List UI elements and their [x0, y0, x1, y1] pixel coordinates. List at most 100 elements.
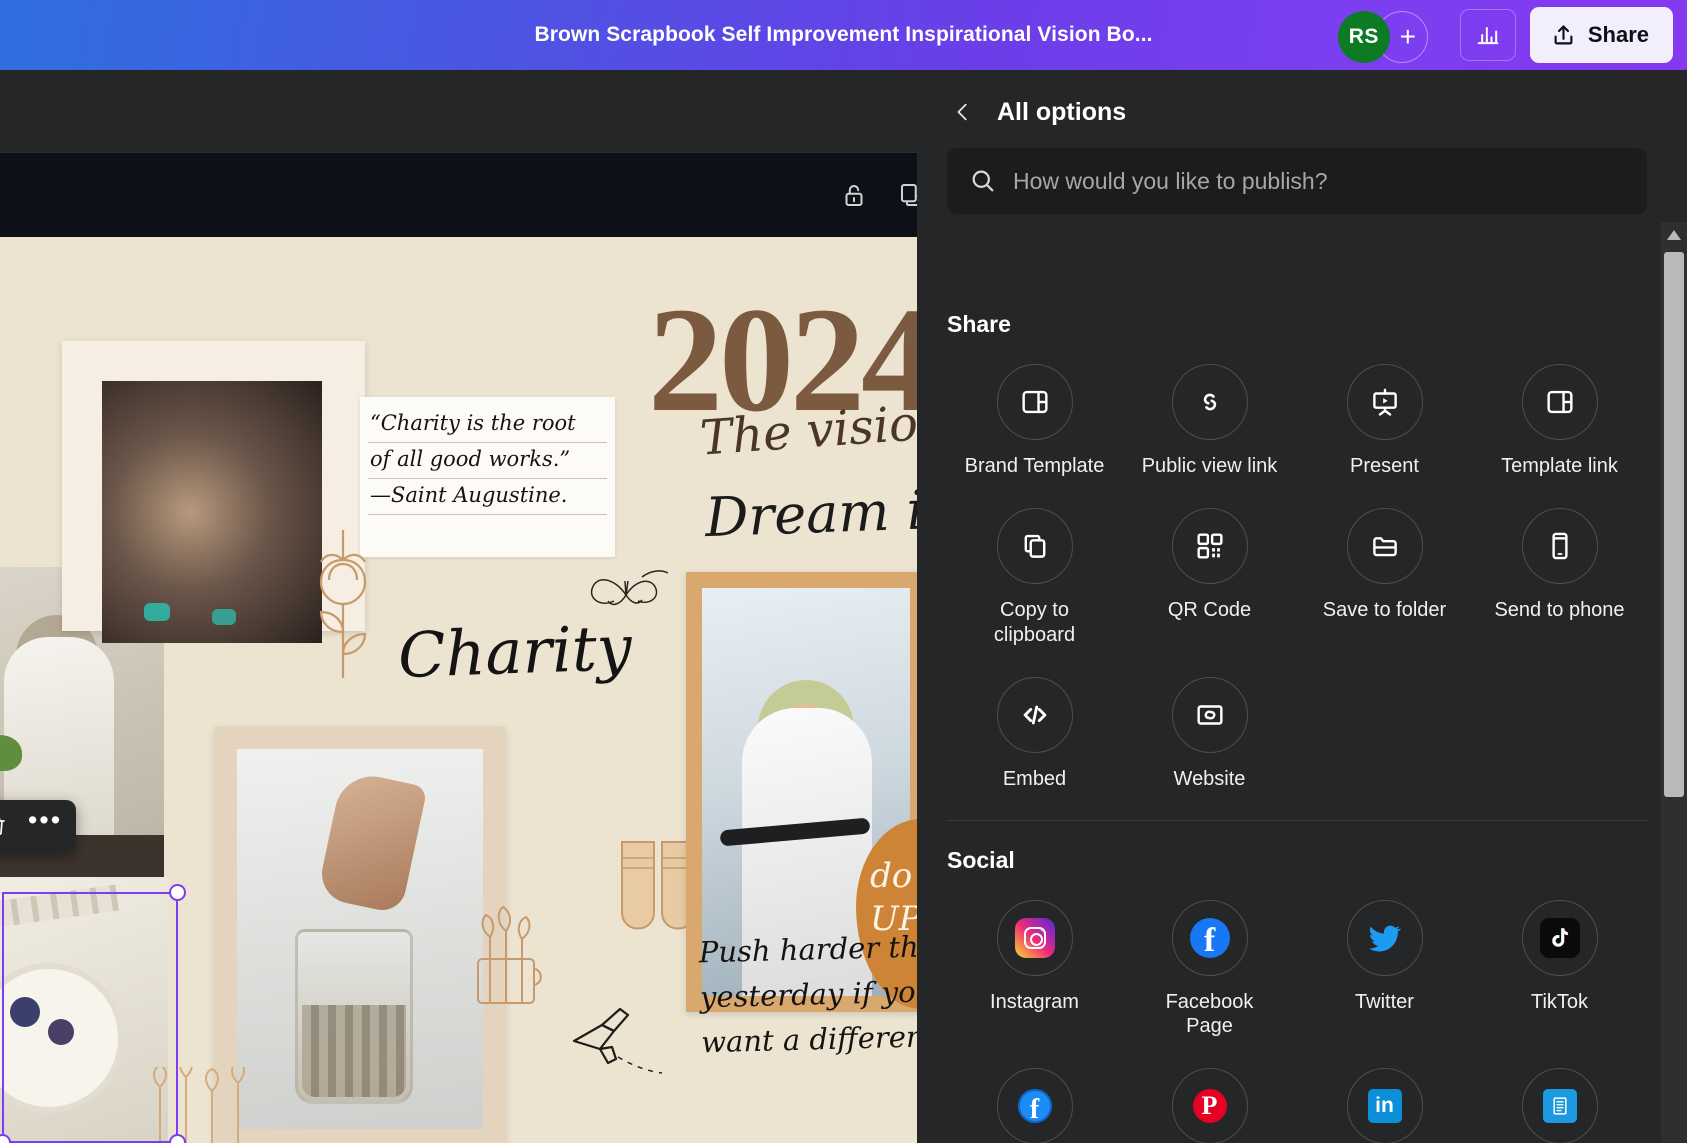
delete-button[interactable]: [0, 806, 18, 846]
option-send-to-phone[interactable]: Send to phone: [1472, 492, 1647, 655]
option-embed[interactable]: Embed: [947, 661, 1122, 799]
option-label: QR Code: [1167, 599, 1252, 622]
present-icon: [1372, 388, 1397, 416]
wheat-icon: [477, 905, 542, 1004]
instagram-icon: [1014, 917, 1055, 958]
option-label: TikTok: [1530, 990, 1589, 1013]
floating-element-toolbar: •••: [0, 800, 76, 852]
collaborators-group: + RS: [1337, 7, 1456, 63]
more-options-button[interactable]: •••: [24, 806, 66, 846]
share-section-heading: Share: [947, 311, 1011, 337]
element-selection-frame[interactable]: [0, 884, 186, 1143]
design-title[interactable]: Brown Scrapbook Self Improvement Inspira…: [534, 23, 1152, 47]
option-label: Save to folder: [1322, 599, 1447, 622]
option-facebook-messenger[interactable]: f: [947, 1052, 1122, 1143]
option-label: Present: [1350, 455, 1419, 477]
search-icon: [972, 170, 994, 192]
hands-photo-image: [102, 381, 322, 643]
option-label: Twitter: [1355, 990, 1414, 1013]
option-facebook-page[interactable]: f Facebook Page: [1122, 884, 1297, 1047]
option-icon-circle: [1346, 899, 1423, 976]
qr-code-icon: [1196, 533, 1223, 559]
top-bar-actions: + RS Share: [1337, 0, 1673, 70]
tulip-icon: [319, 530, 367, 678]
window-scrollbar-thumb[interactable]: [1664, 252, 1684, 797]
option-label: Instagram: [990, 990, 1079, 1013]
panel-title: All options: [997, 97, 1127, 126]
quote-line: of all good works.”: [368, 443, 607, 479]
search-input[interactable]: [1013, 167, 1625, 195]
lock-button[interactable]: [839, 180, 869, 210]
option-linkedin[interactable]: in: [1297, 1052, 1472, 1143]
option-label: Brand Template: [964, 455, 1105, 477]
canvas-plane-illustration[interactable]: [560, 997, 670, 1087]
canvas-dream-text[interactable]: Dream it: [704, 478, 947, 549]
option-icon-circle: f: [1171, 899, 1248, 976]
canva-editor-window: Brown Scrapbook Self Improvement Inspira…: [0, 0, 1687, 1143]
resize-handle-bottom-left[interactable]: [0, 1134, 11, 1143]
canvas-quote-card[interactable]: “Charity is the root of all good works.”…: [360, 397, 615, 557]
photo-accent: [212, 609, 236, 625]
option-icon-circle: [1171, 677, 1248, 754]
option-label: Template link: [1501, 455, 1618, 477]
jar-shape: [295, 929, 413, 1104]
coins-photo-image: [237, 749, 483, 1129]
option-icon-circle: [996, 677, 1073, 754]
hand-shape: [316, 769, 428, 915]
search-box[interactable]: [947, 148, 1647, 214]
option-icon-circle: P: [1171, 1068, 1248, 1143]
option-label: Send to phone: [1494, 599, 1625, 622]
window-scrollbar-track[interactable]: [1661, 222, 1687, 1143]
airplane-icon: [572, 1007, 663, 1074]
resize-handle-top-right[interactable]: [169, 884, 186, 901]
option-qr-code[interactable]: QR Code: [1122, 492, 1297, 655]
share-options-grid: Brand Template Public view link Present …: [947, 348, 1647, 800]
option-pinterest[interactable]: P: [1122, 1052, 1297, 1143]
butterfly-icon: [590, 570, 669, 606]
option-website[interactable]: Website: [1122, 661, 1297, 799]
option-linkedin-page[interactable]: [1472, 1052, 1647, 1143]
pinterest-icon: P: [1192, 1089, 1227, 1124]
option-icon-circle: f: [996, 1068, 1073, 1143]
option-instagram[interactable]: Instagram: [947, 884, 1122, 1047]
bar-chart-icon: [1477, 27, 1499, 45]
canvas-butterfly-illustration[interactable]: [586, 555, 670, 627]
option-icon-circle: [1521, 508, 1598, 585]
option-template-link[interactable]: Template link: [1472, 348, 1647, 486]
option-icon-circle: [996, 364, 1073, 440]
quote-line: “Charity is the root: [368, 407, 607, 443]
option-icon-circle: [1521, 1068, 1598, 1143]
option-present[interactable]: Present: [1297, 348, 1472, 486]
option-copy-to-clipboard[interactable]: Copy to clipboard: [947, 492, 1122, 655]
option-save-to-folder[interactable]: Save to folder: [1297, 492, 1472, 655]
social-section-heading: Social: [947, 846, 1015, 873]
option-public-view-link[interactable]: Public view link: [1122, 348, 1297, 486]
option-icon-circle: [1346, 364, 1423, 440]
canvas-tulip-illustration[interactable]: [295, 502, 391, 682]
trash-icon: [0, 818, 5, 835]
avatar[interactable]: RS: [1337, 11, 1390, 63]
option-label: Embed: [1002, 768, 1067, 791]
option-icon-circle: in: [1346, 1068, 1423, 1143]
share-upload-icon: [1554, 24, 1573, 44]
social-options-grid: Instagram f Facebook Page Twitter TikTok…: [947, 884, 1647, 1143]
option-tiktok[interactable]: TikTok: [1472, 884, 1647, 1047]
tiktok-icon: [1539, 917, 1580, 958]
option-brand-template[interactable]: Brand Template: [947, 348, 1122, 486]
share-button[interactable]: Share: [1529, 7, 1673, 63]
option-icon-circle: [996, 899, 1073, 976]
share-button-label: Share: [1587, 22, 1649, 47]
back-button[interactable]: [947, 96, 979, 128]
option-icon-circle: [1521, 899, 1598, 976]
template-link-icon: [1546, 390, 1573, 414]
insights-button[interactable]: [1459, 9, 1516, 61]
phone-icon: [1551, 533, 1568, 560]
link-icon: [1203, 393, 1216, 411]
option-twitter[interactable]: Twitter: [1297, 884, 1472, 1047]
scroll-up-arrow-icon[interactable]: [1667, 230, 1681, 240]
option-icon-circle: [996, 508, 1073, 585]
linkedin-page-icon: [1542, 1089, 1577, 1124]
panel-scroll-area[interactable]: Share Brand Template Public view link Pr…: [917, 285, 1687, 1143]
option-icon-circle: [1171, 508, 1248, 585]
canvas-wheat-illustration[interactable]: [470, 897, 556, 1007]
